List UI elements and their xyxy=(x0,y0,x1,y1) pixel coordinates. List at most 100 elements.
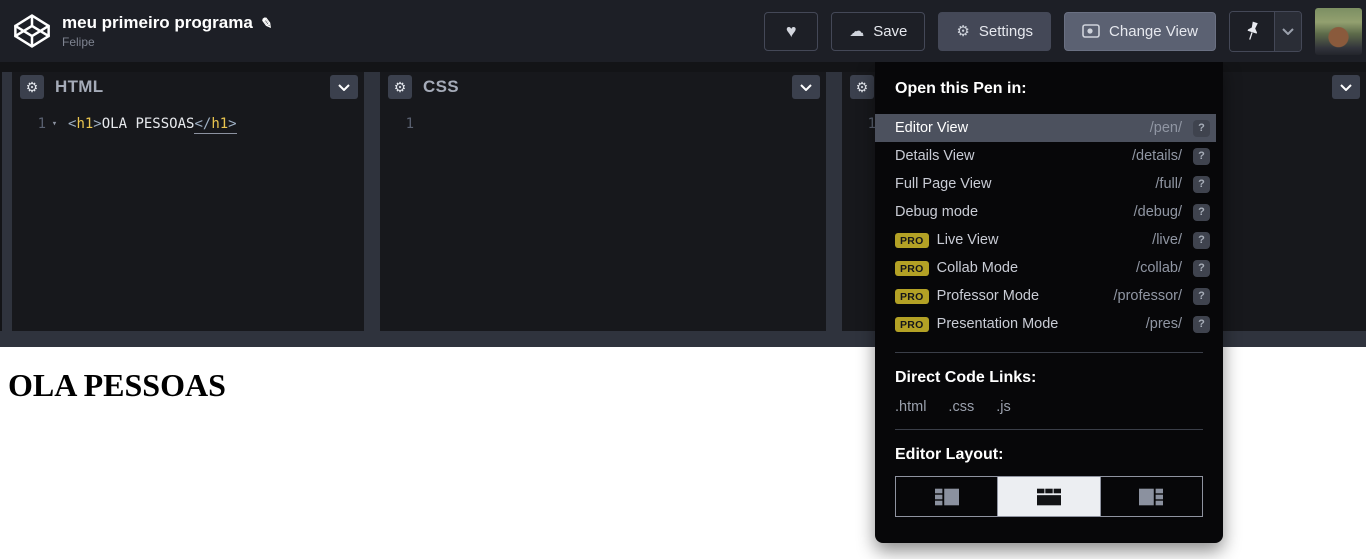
js-direct-link[interactable]: .js xyxy=(996,399,1011,415)
menu-item-presentation-mode[interactable]: PRO Presentation Mode /pres/ ? xyxy=(875,310,1216,338)
css-js-resizer[interactable] xyxy=(826,72,842,331)
code-content: <h1>OLA PESSOAS</h1> xyxy=(68,115,237,134)
menu-item-path: /full/ xyxy=(1155,176,1182,192)
help-icon[interactable]: ? xyxy=(1193,119,1210,137)
pro-badge: PRO xyxy=(895,260,929,276)
save-button[interactable]: ☁ Save xyxy=(831,11,926,51)
js-collapse-button[interactable] xyxy=(1332,75,1360,99)
help-icon[interactable]: ? xyxy=(1193,259,1210,277)
html-code-editor[interactable]: 1 ▾ <h1>OLA PESSOAS</h1> xyxy=(12,100,364,134)
menu-item-details-view[interactable]: Details View /details/ ? xyxy=(875,142,1216,170)
line-number: 1 xyxy=(37,115,46,132)
pushpin-icon xyxy=(1247,21,1258,40)
pro-badge: PRO xyxy=(895,288,929,304)
layout-right-button[interactable] xyxy=(1099,477,1202,516)
menu-item-collab-mode[interactable]: PRO Collab Mode /collab/ ? xyxy=(875,254,1216,282)
html-panel-title: HTML xyxy=(55,77,104,96)
chevron-down-icon xyxy=(1340,83,1352,91)
html-css-resizer[interactable] xyxy=(364,72,380,331)
menu-item-full-page-view[interactable]: Full Page View /full/ ? xyxy=(875,170,1216,198)
css-settings-gear-button[interactable]: ⚙ xyxy=(388,75,412,99)
css-direct-link[interactable]: .css xyxy=(948,399,974,415)
html-collapse-button[interactable] xyxy=(330,75,358,99)
divider xyxy=(895,429,1203,430)
line-number: 1 xyxy=(867,115,876,132)
layout-top-button[interactable] xyxy=(997,477,1100,516)
menu-item-professor-mode[interactable]: PRO Professor Mode /professor/ ? xyxy=(875,282,1216,310)
change-view-dropdown: Open this Pen in: Editor View /pen/ ? De… xyxy=(875,62,1223,543)
menu-item-label: Collab Mode xyxy=(936,260,1019,276)
menu-item-path: /live/ xyxy=(1152,232,1182,248)
help-icon[interactable]: ? xyxy=(1193,287,1210,305)
line-number: 1 xyxy=(405,115,414,132)
direct-code-links: .html .css .js xyxy=(895,399,1203,415)
css-editor-panel: ⚙ CSS 1 xyxy=(380,72,826,331)
menu-item-path: /details/ xyxy=(1132,148,1182,164)
gear-icon: ⚙ xyxy=(25,78,39,95)
help-icon[interactable]: ? xyxy=(1193,147,1210,165)
editor-layout-heading: Editor Layout: xyxy=(895,446,1004,463)
help-icon[interactable]: ? xyxy=(1193,203,1210,221)
dropdown-heading: Open this Pen in: xyxy=(895,80,1027,97)
header-actions: ♥ ☁ Save ⚙ Settings Change View xyxy=(764,7,1362,55)
layout-right-icon xyxy=(1139,488,1164,505)
menu-item-path: /pen/ xyxy=(1149,120,1182,136)
help-icon[interactable]: ? xyxy=(1193,315,1210,333)
menu-item-editor-view[interactable]: Editor View /pen/ ? xyxy=(875,114,1216,142)
save-button-label: Save xyxy=(873,22,908,40)
edit-title-pencil-icon[interactable]: ✎ xyxy=(260,14,274,32)
menu-item-label: Full Page View xyxy=(895,176,992,192)
pin-dropdown-button[interactable] xyxy=(1274,11,1301,51)
menu-item-label: Debug mode xyxy=(895,204,979,220)
menu-item-label: Live View xyxy=(936,232,999,248)
gear-icon: ⚙ xyxy=(956,23,970,40)
love-button[interactable]: ♥ xyxy=(764,11,819,51)
menu-item-path: /collab/ xyxy=(1136,260,1182,276)
menu-item-debug-mode[interactable]: Debug mode /debug/ ? xyxy=(875,198,1216,226)
cloud-icon: ☁ xyxy=(849,23,865,40)
pen-title-block: meu primeiro programa ✎ Felipe xyxy=(62,13,274,49)
pro-badge: PRO xyxy=(895,316,929,332)
gear-icon: ⚙ xyxy=(393,78,407,95)
chevron-down-icon xyxy=(800,83,812,91)
menu-item-label: Professor Mode xyxy=(936,288,1040,304)
pin-button[interactable] xyxy=(1230,11,1274,51)
menu-item-label: Presentation Mode xyxy=(936,316,1059,332)
screen-view-icon xyxy=(1082,24,1100,38)
menu-item-path: /pres/ xyxy=(1145,316,1182,332)
settings-button-label: Settings xyxy=(978,22,1034,40)
css-panel-title: CSS xyxy=(423,77,459,96)
css-code-editor[interactable]: 1 xyxy=(380,100,826,133)
change-view-button[interactable]: Change View xyxy=(1064,11,1216,51)
pro-badge: PRO xyxy=(895,232,929,248)
layout-left-button[interactable] xyxy=(896,477,997,516)
editor-layout-switcher xyxy=(895,476,1203,517)
menu-item-path: /debug/ xyxy=(1133,204,1182,220)
help-icon[interactable]: ? xyxy=(1193,175,1210,193)
user-avatar[interactable] xyxy=(1315,7,1362,55)
menu-item-live-view[interactable]: PRO Live View /live/ ? xyxy=(875,226,1216,254)
divider xyxy=(895,352,1203,353)
css-panel-header: ⚙ CSS xyxy=(380,72,826,100)
codepen-logo[interactable] xyxy=(10,9,54,53)
js-settings-gear-button[interactable]: ⚙ xyxy=(850,75,874,99)
codepen-cube-icon xyxy=(14,14,50,48)
html-panel-header: ⚙ HTML xyxy=(12,72,364,100)
css-collapse-button[interactable] xyxy=(792,75,820,99)
menu-item-label: Editor View xyxy=(895,120,969,136)
html-editor-panel: ⚙ HTML 1 ▾ <h1>OLA PESSOAS</h1> xyxy=(12,72,364,331)
settings-button[interactable]: ⚙ Settings xyxy=(938,11,1052,51)
pen-title: meu primeiro programa xyxy=(62,13,253,32)
chevron-down-icon xyxy=(1282,27,1294,35)
help-icon[interactable]: ? xyxy=(1193,231,1210,249)
html-direct-link[interactable]: .html xyxy=(895,399,926,415)
layout-left-icon xyxy=(934,488,959,505)
codepen-editor-page: meu primeiro programa ✎ Felipe ♥ ☁ Save … xyxy=(0,0,1366,559)
chevron-down-icon xyxy=(338,83,350,91)
code-fold-icon[interactable]: ▾ xyxy=(46,119,63,129)
code-line: 1 ▾ <h1>OLA PESSOAS</h1> xyxy=(12,114,364,134)
layout-top-icon xyxy=(1036,488,1061,505)
menu-item-label: Details View xyxy=(895,148,975,164)
html-settings-gear-button[interactable]: ⚙ xyxy=(20,75,44,99)
heart-icon: ♥ xyxy=(785,20,797,41)
